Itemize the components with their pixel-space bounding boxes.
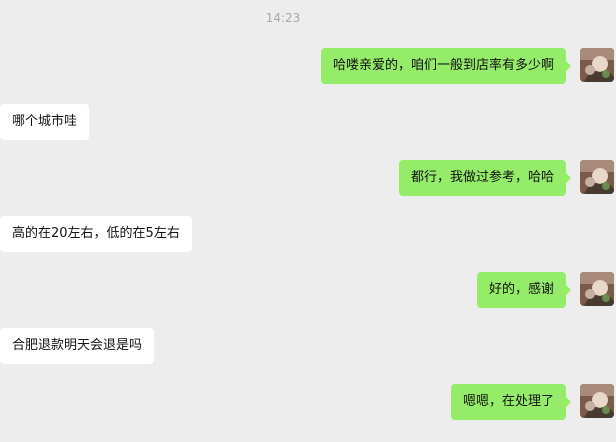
outgoing-message-bubble[interactable]: 好的，感谢 bbox=[476, 272, 572, 308]
avatar-image bbox=[580, 48, 614, 82]
outgoing-message-bubble[interactable]: 哈喽亲爱的，咱们一般到店率有多少啊 bbox=[320, 48, 572, 84]
outgoing-message-bubble[interactable]: 嗯嗯，在处理了 bbox=[450, 384, 572, 420]
incoming-message-bubble[interactable]: 哪个城市哇 bbox=[0, 104, 90, 140]
user-avatar-icon[interactable] bbox=[580, 272, 614, 306]
incoming-message-bubble[interactable]: 合肥退款明天会退是吗 bbox=[0, 328, 155, 364]
outgoing-message-bubble[interactable]: 都行，我做过参考，哈哈 bbox=[398, 160, 572, 196]
avatar-image bbox=[580, 160, 614, 194]
message-timestamp: 14:23 bbox=[265, 11, 301, 25]
chat-window: 14:23 哈喽亲爱的，咱们一般到店率有多少啊 哪个城市哇 都行，我做过参考，哈… bbox=[0, 0, 616, 442]
incoming-message-bubble[interactable]: 高的在20左右，低的在5左右 bbox=[0, 216, 192, 252]
user-avatar-icon[interactable] bbox=[580, 384, 614, 418]
user-avatar-icon[interactable] bbox=[580, 160, 614, 194]
avatar-image bbox=[580, 272, 614, 306]
avatar-image bbox=[580, 384, 614, 418]
user-avatar-icon[interactable] bbox=[580, 48, 614, 82]
